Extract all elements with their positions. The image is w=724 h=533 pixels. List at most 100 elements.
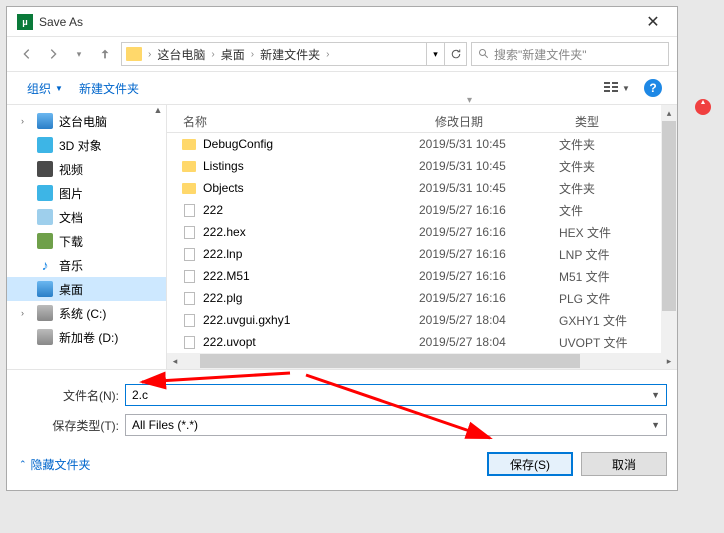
save-as-dialog: μ Save As ✕ ▾ › 这台电脑 › 桌面 › 新建文件夹 › ▾ 搜索…: [6, 6, 678, 491]
titlebar: μ Save As ✕: [7, 7, 677, 37]
nav-label: 系统 (C:): [59, 305, 106, 322]
nav-item-6[interactable]: ♪ 音乐: [7, 253, 166, 277]
chevron-icon: ›: [21, 116, 24, 126]
chevron-right-icon: ›: [146, 49, 153, 60]
nav-item-9[interactable]: 新加卷 (D:): [7, 325, 166, 349]
scroll-right-icon[interactable]: ▸: [661, 353, 677, 369]
file-row[interactable]: 222.uvopt2019/5/27 18:04UVOPT 文件: [167, 331, 677, 353]
col-name[interactable]: 名称: [167, 113, 419, 130]
file-icon: [184, 336, 195, 349]
file-name: 222.plg: [203, 291, 419, 305]
nav-item-1[interactable]: 3D 对象: [7, 133, 166, 157]
file-type: 文件夹: [559, 158, 595, 175]
file-date: 2019/5/31 10:45: [419, 159, 559, 173]
nav-icon: [37, 305, 53, 321]
nav-item-8[interactable]: › 系统 (C:): [7, 301, 166, 325]
file-icon: [184, 292, 195, 305]
file-row[interactable]: DebugConfig2019/5/31 10:45文件夹: [167, 133, 677, 155]
view-mode-button[interactable]: ▼: [599, 76, 635, 100]
close-button[interactable]: ✕: [633, 8, 673, 36]
file-icon: [184, 248, 195, 261]
nav-item-7[interactable]: 桌面: [7, 277, 166, 301]
file-type: UVOPT 文件: [559, 334, 627, 351]
scroll-thumb[interactable]: [662, 121, 676, 311]
cancel-button[interactable]: 取消: [581, 452, 667, 476]
nav-item-4[interactable]: 文档: [7, 205, 166, 229]
nav-item-5[interactable]: 下载: [7, 229, 166, 253]
file-name: Listings: [203, 159, 419, 173]
file-icon: [184, 270, 195, 283]
nav-label: 3D 对象: [59, 137, 102, 154]
window-title: Save As: [39, 15, 633, 29]
save-button[interactable]: 保存(S): [487, 452, 573, 476]
nav-label: 音乐: [59, 257, 83, 274]
file-row[interactable]: Objects2019/5/31 10:45文件夹: [167, 177, 677, 199]
forward-button[interactable]: [41, 42, 65, 66]
file-row[interactable]: 2222019/5/27 16:16文件: [167, 199, 677, 221]
file-row[interactable]: 222.uvgui.gxhy12019/5/27 18:04GXHY1 文件: [167, 309, 677, 331]
file-row[interactable]: Listings2019/5/31 10:45文件夹: [167, 155, 677, 177]
nav-label: 视频: [59, 161, 83, 178]
scroll-thumb[interactable]: [200, 354, 580, 368]
refresh-button[interactable]: [444, 43, 466, 65]
col-type[interactable]: 类型: [559, 113, 659, 130]
file-name: 222.M51: [203, 269, 419, 283]
nav-icon: ♪: [37, 257, 53, 273]
file-type: 文件: [559, 202, 583, 219]
nav-icon: [37, 209, 53, 225]
scroll-up-icon[interactable]: ▴: [661, 105, 677, 121]
nav-item-0[interactable]: ›这台电脑: [7, 109, 166, 133]
file-type: HEX 文件: [559, 224, 611, 241]
toolbar: 组织▼ 新建文件夹 ▼ ?: [7, 71, 677, 105]
file-date: 2019/5/27 18:04: [419, 335, 559, 349]
recent-button[interactable]: ▾: [67, 42, 91, 66]
file-date: 2019/5/27 16:16: [419, 247, 559, 261]
file-list[interactable]: DebugConfig2019/5/31 10:45文件夹Listings201…: [167, 133, 677, 353]
file-name: 222.uvgui.gxhy1: [203, 313, 419, 327]
external-app-icon: [692, 96, 714, 118]
crumb-2[interactable]: 新建文件夹: [256, 46, 324, 63]
crumb-0[interactable]: 这台电脑: [153, 46, 209, 63]
navigation-pane[interactable]: ▲ ›这台电脑3D 对象视频图片文档下载♪音乐桌面›系统 (C:)新加卷 (D:…: [7, 105, 167, 369]
nav-icon: [37, 329, 53, 345]
breadcrumb-dropdown[interactable]: ▾: [426, 43, 444, 65]
crumb-1[interactable]: 桌面: [217, 46, 249, 63]
vertical-scrollbar[interactable]: ▴: [661, 105, 677, 353]
filename-input[interactable]: 2.c ▼: [125, 384, 667, 406]
folder-icon: [182, 183, 196, 194]
search-input[interactable]: 搜索"新建文件夹": [471, 42, 669, 66]
scroll-left-icon[interactable]: ◂: [167, 353, 183, 369]
file-icon: [184, 204, 195, 217]
filetype-select[interactable]: All Files (*.*) ▼: [125, 414, 667, 436]
col-date[interactable]: 修改日期: [419, 113, 559, 130]
file-type: PLG 文件: [559, 290, 610, 307]
horizontal-scrollbar[interactable]: ◂ ▸: [167, 353, 677, 369]
file-name: 222.hex: [203, 225, 419, 239]
file-type: LNP 文件: [559, 246, 609, 263]
nav-icon: [37, 185, 53, 201]
search-icon: [478, 48, 490, 60]
file-row[interactable]: 222.hex2019/5/27 16:16HEX 文件: [167, 221, 677, 243]
file-name: 222: [203, 203, 419, 217]
hide-folders-toggle[interactable]: ⌃隐藏文件夹: [19, 456, 91, 473]
file-row[interactable]: 222.plg2019/5/27 16:16PLG 文件: [167, 287, 677, 309]
up-button[interactable]: [93, 42, 117, 66]
breadcrumb-box[interactable]: › 这台电脑 › 桌面 › 新建文件夹 › ▾: [121, 42, 467, 66]
file-name: 222.lnp: [203, 247, 419, 261]
back-button[interactable]: [15, 42, 39, 66]
new-folder-button[interactable]: 新建文件夹: [71, 76, 147, 101]
organize-menu[interactable]: 组织▼: [19, 76, 71, 101]
file-row[interactable]: 222.lnp2019/5/27 16:16LNP 文件: [167, 243, 677, 265]
app-icon: μ: [17, 14, 33, 30]
file-list-pane: ▾ 名称 修改日期 类型 DebugConfig2019/5/31 10:45文…: [167, 105, 677, 369]
file-type: 文件夹: [559, 180, 595, 197]
help-button[interactable]: ?: [641, 76, 665, 100]
nav-icon: [37, 233, 53, 249]
chevron-down-icon[interactable]: ▼: [651, 420, 660, 430]
nav-item-2[interactable]: 视频: [7, 157, 166, 181]
chevron-down-icon[interactable]: ▼: [651, 390, 660, 400]
file-row[interactable]: 222.M512019/5/27 16:16M51 文件: [167, 265, 677, 287]
nav-item-3[interactable]: 图片: [7, 181, 166, 205]
column-sizer-icon[interactable]: ▾: [467, 95, 472, 106]
chevron-icon: ›: [21, 308, 24, 318]
